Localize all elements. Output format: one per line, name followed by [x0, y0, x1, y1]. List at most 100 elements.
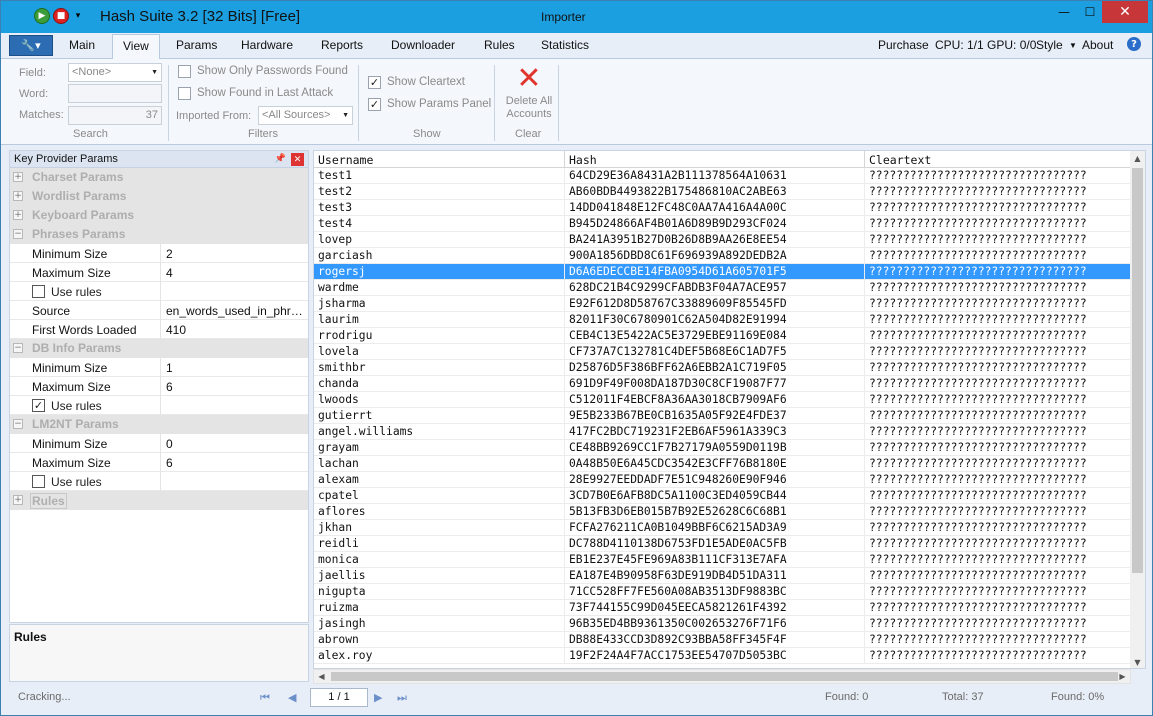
column-divider[interactable]	[564, 151, 565, 168]
horizontal-scrollbar[interactable]: ◀ ▶	[313, 669, 1131, 684]
table-row[interactable]: lachan 0A48B50E6A45CDC3542E3CFF76B8180E??…	[314, 456, 1132, 472]
column-divider[interactable]	[864, 151, 865, 168]
start-icon[interactable]: ▶	[34, 8, 50, 24]
next-page-icon[interactable]: ▶	[374, 691, 382, 704]
table-row[interactable]: smithbr D25876D5F386BFF62A6EBB2A1C719F05?…	[314, 360, 1132, 376]
column-header-hash[interactable]: Hash	[569, 153, 597, 167]
category-name[interactable]: Keyboard Params	[32, 208, 134, 222]
app-menu-button[interactable]: 🔧▾	[9, 35, 53, 56]
style-menu[interactable]: Style	[1036, 38, 1063, 52]
table-row[interactable]: grayam CE48BB9269CC1F7B27179A0559D0119B??…	[314, 440, 1132, 456]
table-row[interactable]: test2 AB60BDB4493822B175486810AC2ABE63???…	[314, 184, 1132, 200]
category-name[interactable]: DB Info Params	[32, 341, 121, 355]
stop-icon[interactable]: ■	[53, 8, 69, 24]
table-row[interactable]: abrown DB88E433CCD3D892C93BBA58FF345F4F??…	[314, 632, 1132, 648]
property-value[interactable]: 6	[160, 377, 308, 396]
table-row[interactable]: test1 64CD29E36A8431A2B111378564A10631???…	[314, 168, 1132, 184]
table-row[interactable]: rrodrigu CEB4C13E5422AC5E3729EBE91169E084…	[314, 328, 1132, 344]
table-row[interactable]: reidli DC788D4110138D6753FD1E5ADE0AC5FB??…	[314, 536, 1132, 552]
table-row[interactable]: alex.roy 19F2F24A4F7ACC1753EE54707D5053BC…	[314, 648, 1132, 664]
table-row[interactable]: alexam 28E9927EEDDADF7E51C948260E90F946??…	[314, 472, 1132, 488]
table-row[interactable]: jaellis EA187E4B90958F63DE919DB4D51DA311?…	[314, 568, 1132, 584]
category-name[interactable]: Charset Params	[32, 170, 123, 184]
table-row[interactable]: jasingh 96B35ED4BB9361350C002653276F71F6?…	[314, 616, 1132, 632]
column-header-username[interactable]: Username	[318, 153, 373, 167]
table-row[interactable]: garciash 900A1856DBD8C61F696939A892DEDB2A…	[314, 248, 1132, 264]
property-value[interactable]: en_words_used_in_phrases.lst	[160, 301, 308, 320]
category-name[interactable]: Phrases Params	[32, 227, 125, 241]
previous-page-icon[interactable]: ◀	[288, 691, 296, 704]
about-link[interactable]: About	[1082, 38, 1113, 52]
purchase-link[interactable]: Purchase	[878, 38, 929, 52]
property-value[interactable]: 0	[160, 434, 308, 453]
tab-rules[interactable]: Rules	[484, 38, 515, 52]
tab-main[interactable]: Main	[69, 38, 95, 52]
table-row[interactable]: angel.williams 417FC2BDC719231F2EB6AF5961…	[314, 424, 1132, 440]
first-page-icon[interactable]: ⏮	[260, 691, 270, 705]
field-select[interactable]: <None> ▼	[68, 63, 162, 82]
use-rules-checkbox[interactable]	[32, 285, 45, 298]
table-row[interactable]: laurim 82011F30C6780901C62A504D82E91994??…	[314, 312, 1132, 328]
category-name[interactable]: Rules	[30, 493, 67, 509]
table-row[interactable]: monica EB1E237E45FE969A83B111CF313E7AFA??…	[314, 552, 1132, 568]
scroll-thumb[interactable]	[1132, 168, 1143, 573]
table-row[interactable]: test3 14DD041848E12FC48C0AA7A416A4A00C???…	[314, 200, 1132, 216]
collapse-icon[interactable]: −	[13, 343, 23, 353]
property-value[interactable]: 1	[160, 358, 308, 377]
vertical-scrollbar[interactable]: ▲ ▼	[1130, 151, 1145, 668]
show-found-last-checkbox[interactable]	[178, 87, 191, 100]
maximize-button[interactable]: ☐	[1076, 1, 1104, 23]
table-row[interactable]: jsharma E92F612D8D58767C33889609F85545FD?…	[314, 296, 1132, 312]
tab-statistics[interactable]: Statistics	[541, 38, 589, 52]
expand-icon[interactable]: +	[13, 172, 23, 182]
table-row[interactable]: nigupta 71CC528FF7FE560A08AB3513DF9883BC?…	[314, 584, 1132, 600]
page-indicator[interactable]: 1 / 1	[310, 688, 368, 707]
table-row[interactable]: jkhan FCFA276211CA0B1049BBF6C6215AD3A9???…	[314, 520, 1132, 536]
word-input[interactable]	[68, 84, 162, 103]
use-rules-checkbox[interactable]	[32, 475, 45, 488]
quick-access-dropdown-icon[interactable]: ▾	[72, 8, 84, 24]
scroll-down-icon[interactable]: ▼	[1130, 655, 1145, 668]
minimize-button[interactable]: —	[1050, 1, 1078, 23]
table-row[interactable]: lovela CF737A7C132781C4DEF5B68E6C1AD7F5??…	[314, 344, 1132, 360]
last-page-icon[interactable]: ⏭	[397, 691, 407, 705]
table-row[interactable]: cpatel 3CD7B0E6AFB8DC5A1100C3ED4059CB44??…	[314, 488, 1132, 504]
collapse-icon[interactable]: −	[13, 419, 23, 429]
close-icon[interactable]: ✕	[291, 153, 304, 166]
collapse-icon[interactable]: −	[13, 229, 23, 239]
show-cleartext-checkbox[interactable]: ✓	[368, 76, 381, 89]
property-value[interactable]: 410	[160, 320, 308, 339]
tab-params[interactable]: Params	[176, 38, 217, 52]
table-row[interactable]: wardme 628DC21B4C9299CFABDB3F04A7ACE957??…	[314, 280, 1132, 296]
pin-icon[interactable]: 📌	[275, 153, 286, 164]
tab-reports[interactable]: Reports	[321, 38, 363, 52]
category-name[interactable]: Wordlist Params	[32, 189, 126, 203]
help-icon[interactable]: ?	[1127, 37, 1141, 51]
table-row[interactable]: lwoods C512011F4EBCF8A36AA3018CB7909AF6??…	[314, 392, 1132, 408]
style-dropdown-icon[interactable]: ▼	[1069, 41, 1077, 50]
scroll-up-icon[interactable]: ▲	[1130, 151, 1145, 166]
table-row[interactable]: chanda 691D9F49F008DA187D30C8CF19087F77??…	[314, 376, 1132, 392]
expand-icon[interactable]: +	[13, 210, 23, 220]
imported-from-select[interactable]: <All Sources> ▼	[258, 106, 353, 125]
property-value[interactable]: 2	[160, 244, 308, 263]
property-value[interactable]: 4	[160, 263, 308, 282]
table-row[interactable]: lovep BA241A3951B27D0B26D8B9AA26E8EE54???…	[314, 232, 1132, 248]
table-row[interactable]: test4 B945D24866AF4B01A6D89B9D293CF024???…	[314, 216, 1132, 232]
tab-downloader[interactable]: Downloader	[391, 38, 455, 52]
table-row[interactable]: rogersj D6A6EDECCBE14FBA0954D61A605701F5?…	[314, 264, 1132, 280]
show-params-panel-checkbox[interactable]: ✓	[368, 98, 381, 111]
column-header-cleartext[interactable]: Cleartext	[869, 153, 931, 167]
expand-icon[interactable]: +	[13, 191, 23, 201]
scroll-right-icon[interactable]: ▶	[1115, 670, 1130, 683]
delete-all-accounts-button[interactable]: ✕ Delete All Accounts	[501, 63, 557, 127]
table-row[interactable]: aflores 5B13FB3D6EB015B7B92E52628C6C68B1?…	[314, 504, 1132, 520]
use-rules-checkbox[interactable]: ✓	[32, 399, 45, 412]
show-only-found-checkbox[interactable]	[178, 65, 191, 78]
table-row[interactable]: ruizma 73F744155C99D045EECA5821261F4392??…	[314, 600, 1132, 616]
scroll-left-icon[interactable]: ◀	[314, 670, 329, 683]
table-row[interactable]: gutierrt 9E5B233B67BE0CB1635A05F92E4FDE37…	[314, 408, 1132, 424]
tab-view[interactable]: View	[112, 34, 160, 60]
category-name[interactable]: LM2NT Params	[32, 417, 119, 431]
scroll-thumb[interactable]	[331, 672, 1118, 681]
